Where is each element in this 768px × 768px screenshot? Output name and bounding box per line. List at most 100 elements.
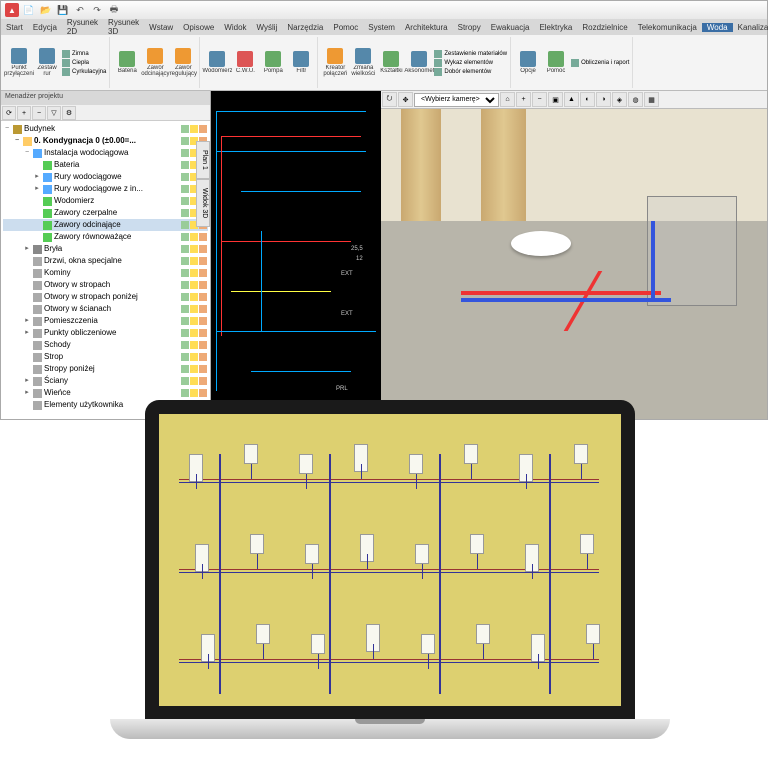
eye-icon[interactable] [181, 269, 189, 277]
bulb-icon[interactable] [190, 329, 198, 337]
tree-refresh-btn[interactable]: ⟳ [2, 106, 16, 120]
eye-icon[interactable] [181, 389, 189, 397]
lock-icon[interactable] [199, 305, 207, 313]
tree-expand-icon[interactable]: ▸ [23, 387, 31, 399]
bulb-icon[interactable] [190, 317, 198, 325]
tree-expand-icon[interactable]: ▸ [23, 315, 31, 327]
tree-item[interactable]: Otwory w stropach poniżej [3, 291, 208, 303]
tree-item[interactable]: Otwory w ścianach [3, 303, 208, 315]
eye-icon[interactable] [181, 197, 189, 205]
axonometry-viewport[interactable] [159, 414, 621, 706]
tree-item[interactable]: ▸Bryła [3, 243, 208, 255]
v3d-shade-btn[interactable]: ◍ [628, 92, 643, 107]
ribbon-btn-kreator-po-cze-[interactable]: Kreator połączeń [322, 45, 348, 81]
qat-save[interactable]: 💾 [56, 3, 70, 17]
menu-item-elektryka[interactable]: Elektryka [534, 23, 577, 32]
tree-expand-icon[interactable]: − [13, 135, 21, 147]
bulb-icon[interactable] [190, 281, 198, 289]
ribbon-btn-pompa[interactable]: Pompa [260, 45, 286, 81]
menu-item-widok[interactable]: Widok [219, 23, 251, 32]
v3d-top-btn[interactable]: ▲ [564, 92, 579, 107]
lock-icon[interactable] [199, 353, 207, 361]
lock-icon[interactable] [199, 233, 207, 241]
bulb-icon[interactable] [190, 233, 198, 241]
v3d-front-btn[interactable]: ◐ [580, 92, 595, 107]
tree-expand-icon[interactable]: ▸ [33, 171, 41, 183]
tree-item[interactable]: Zawory czerpalne [3, 207, 208, 219]
eye-icon[interactable] [181, 185, 189, 193]
eye-icon[interactable] [181, 281, 189, 289]
menu-item-telekomunikacja[interactable]: Telekomunikacja [633, 23, 702, 32]
menu-item-pomoc[interactable]: Pomoc [328, 23, 363, 32]
qat-print[interactable]: 🖶 [107, 3, 121, 17]
side-tab-3d[interactable]: Widok 3D [196, 179, 210, 227]
eye-icon[interactable] [181, 125, 189, 133]
tree-expand-icon[interactable]: ▸ [33, 183, 41, 195]
bulb-icon[interactable] [190, 125, 198, 133]
v3d-home-btn[interactable]: ⌂ [500, 92, 515, 107]
menu-item-kanalizacja[interactable]: Kanalizacja [733, 23, 768, 32]
tree-expand-btn[interactable]: + [17, 106, 31, 120]
bulb-icon[interactable] [190, 353, 198, 361]
lock-icon[interactable] [199, 269, 207, 277]
tree-item[interactable]: ▸Ściany [3, 375, 208, 387]
eye-icon[interactable] [181, 209, 189, 217]
ribbon-btn-bateria[interactable]: Bateria [114, 45, 140, 81]
v3d-orbit-btn[interactable]: ⭮ [382, 92, 397, 107]
ribbon-btn-c-w-u-[interactable]: C.W.U. [232, 45, 258, 81]
tree-item[interactable]: ▸Rury wodociągowe [3, 171, 208, 183]
lock-icon[interactable] [199, 257, 207, 265]
tree-item[interactable]: −Instalacja wodociągowa [3, 147, 208, 159]
bulb-icon[interactable] [190, 389, 198, 397]
menu-item-start[interactable]: Start [1, 23, 28, 32]
ribbon-btn-opcje[interactable]: Opcje [515, 45, 541, 81]
v3d-zoom-out-btn[interactable]: − [532, 92, 547, 107]
lock-icon[interactable] [199, 317, 207, 325]
lock-icon[interactable] [199, 125, 207, 133]
menu-item-ewakuacja[interactable]: Ewakuacja [486, 23, 535, 32]
tree-item[interactable]: ▸Wieńce [3, 387, 208, 399]
eye-icon[interactable] [181, 341, 189, 349]
tree-item[interactable]: Zawory odcinające [3, 219, 208, 231]
lock-icon[interactable] [199, 377, 207, 385]
ribbon-mini-zestawienie-materia-w[interactable]: Zestawienie materiałów [434, 50, 507, 58]
camera-select[interactable]: <Wybierz kamerę> [414, 93, 499, 107]
bulb-icon[interactable] [190, 305, 198, 313]
v3d-side-btn[interactable]: ◑ [596, 92, 611, 107]
menu-item-rysunek-3d[interactable]: Rysunek 3D [103, 18, 144, 36]
menu-item-system[interactable]: System [363, 23, 400, 32]
tree-item[interactable]: Kominy [3, 267, 208, 279]
eye-icon[interactable] [181, 329, 189, 337]
tree-item[interactable]: Schody [3, 339, 208, 351]
eye-icon[interactable] [181, 377, 189, 385]
v3d-fit-btn[interactable]: ▣ [548, 92, 563, 107]
menu-item-wyślĳ[interactable]: Wyślĳ [252, 23, 283, 32]
ribbon-btn-zestaw-rur[interactable]: Zestaw rur [34, 45, 60, 81]
eye-icon[interactable] [181, 257, 189, 265]
tree-item[interactable]: −0. Kondygnacja 0 (±0.00=... [3, 135, 208, 147]
ribbon-mini-wykaz-element-w[interactable]: Wykaz elementów [434, 59, 507, 67]
menu-item-stropy[interactable]: Stropy [453, 23, 486, 32]
tree-item[interactable]: Stropy poniżej [3, 363, 208, 375]
eye-icon[interactable] [181, 161, 189, 169]
ribbon-btn-zmiana-wielko-ci[interactable]: Zmiana wielkości [350, 45, 376, 81]
ribbon-btn-zaw-r-odcinaj-cy[interactable]: Zawór odcinający [142, 45, 168, 81]
tree-settings-btn[interactable]: ⚙ [62, 106, 76, 120]
bulb-icon[interactable] [190, 377, 198, 385]
bulb-icon[interactable] [190, 365, 198, 373]
menu-item-opisowe[interactable]: Opisowe [178, 23, 219, 32]
bulb-icon[interactable] [190, 257, 198, 265]
eye-icon[interactable] [181, 353, 189, 361]
v3d-wire-btn[interactable]: ▦ [644, 92, 659, 107]
eye-icon[interactable] [181, 173, 189, 181]
qat-new[interactable]: 📄 [22, 3, 36, 17]
menu-item-rozdzielnice[interactable]: Rozdzielnice [577, 23, 632, 32]
tree-expand-icon[interactable]: − [23, 147, 31, 159]
tree-collapse-btn[interactable]: − [32, 106, 46, 120]
eye-icon[interactable] [181, 233, 189, 241]
tree-item[interactable]: Wodomierz [3, 195, 208, 207]
ribbon-mini-ciep-a[interactable]: Ciepła [62, 59, 106, 67]
bulb-icon[interactable] [190, 341, 198, 349]
tree-expand-icon[interactable]: ▸ [23, 327, 31, 339]
qat-undo[interactable]: ↶ [73, 3, 87, 17]
